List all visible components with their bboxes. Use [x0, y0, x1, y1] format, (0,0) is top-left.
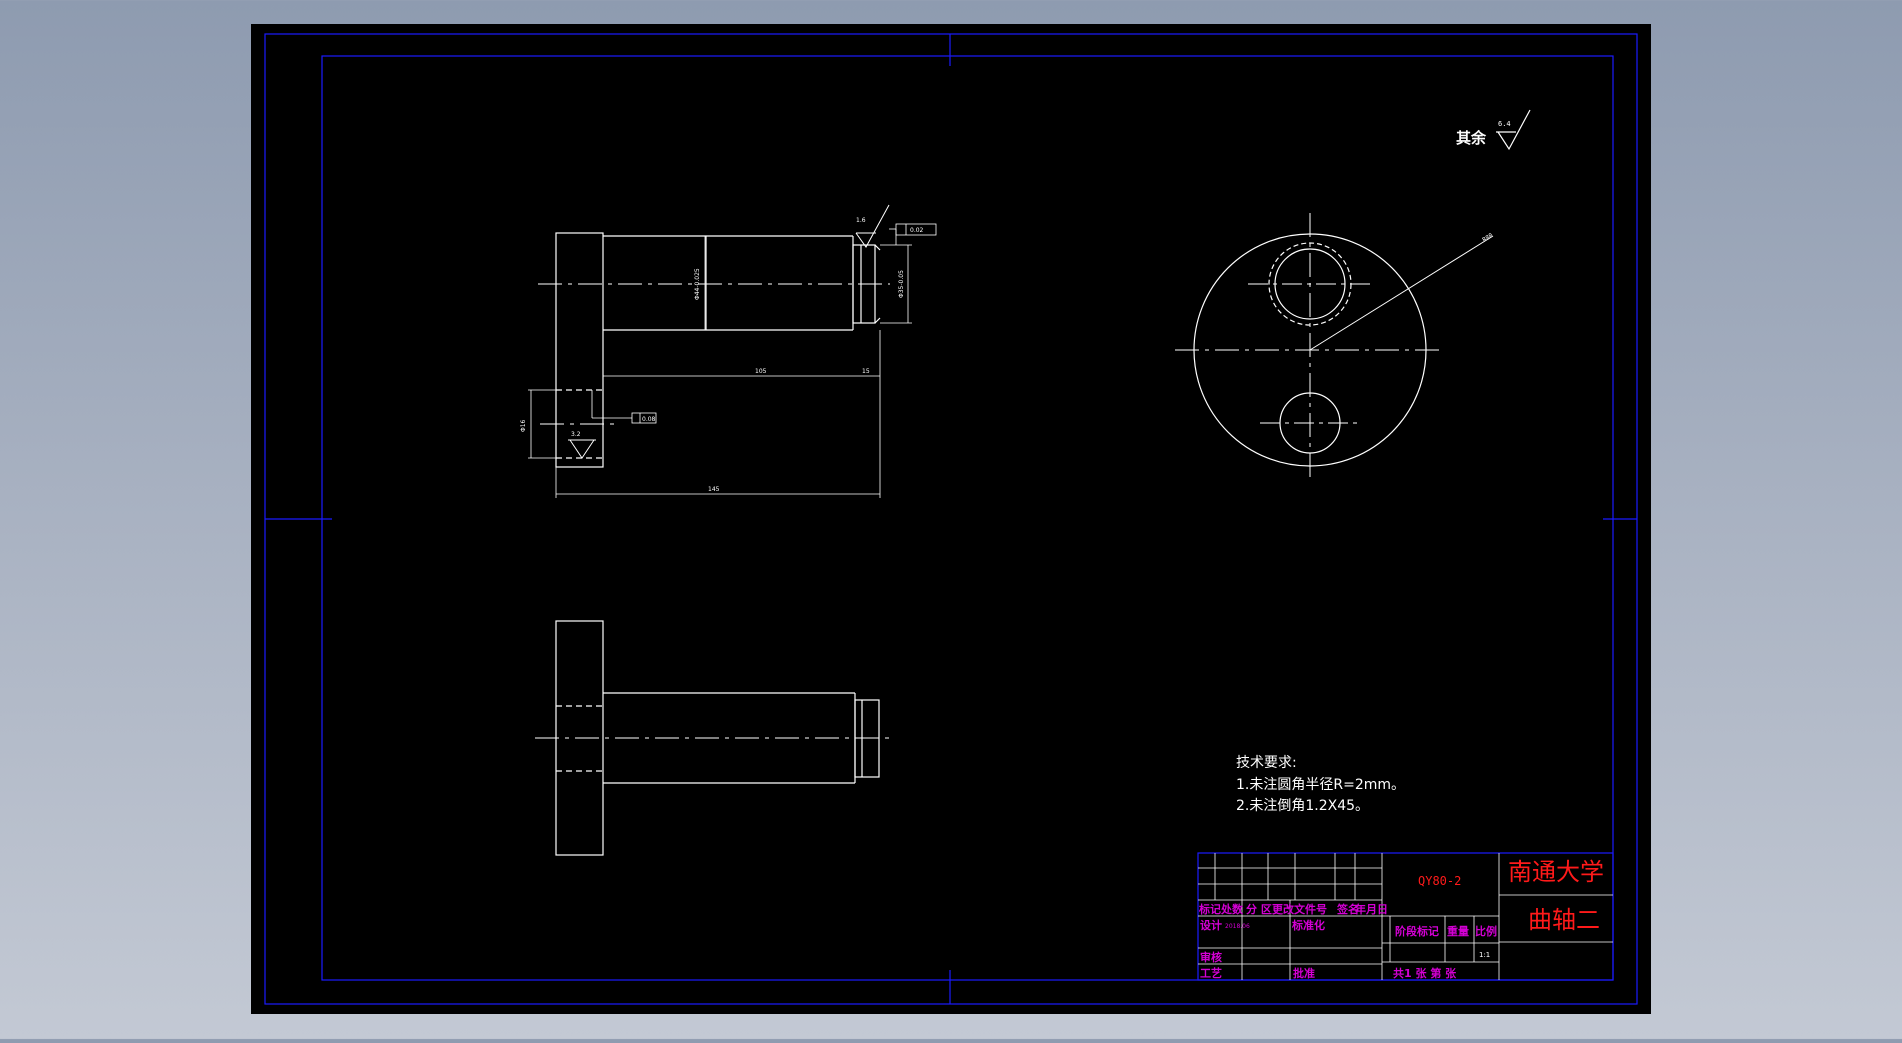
tolerance-top-value: 0.02	[910, 227, 924, 234]
stage-label: 阶段标记	[1395, 924, 1439, 938]
header-mark: 标记	[1198, 902, 1221, 916]
standard-label: 标准化	[1291, 918, 1325, 932]
sheet-background	[251, 24, 1651, 1014]
dim-end-length: 15	[862, 368, 870, 375]
drawing-canvas[interactable]: Φ44-0.025 Φ35-0.05 105 15 145 Φ16 1.6 3.…	[0, 0, 1902, 1039]
designer-sign: 2018.06	[1225, 923, 1250, 930]
tolerance-hole-value: 0.08	[642, 416, 656, 423]
university-name: 南通大学	[1508, 858, 1604, 886]
roughness-top-value: 1.6	[856, 217, 866, 224]
header-date: 年月日	[1355, 902, 1388, 916]
designer-label: 设计	[1200, 918, 1222, 932]
approve-label: 批准	[1293, 966, 1315, 980]
dim-shaft-length: 105	[755, 368, 767, 375]
part-name: 曲轴二	[1528, 906, 1600, 934]
process-label: 工艺	[1200, 966, 1222, 980]
dim-shaft-diameter: Φ44-0.025	[694, 268, 701, 300]
sheet-info: 共1 张 第 张	[1393, 966, 1457, 980]
tech-req-item-2: 2.未注倒角1.2X45。	[1236, 798, 1369, 814]
header-change-doc: 更改文件号	[1272, 902, 1327, 916]
roughness-note-value: 6.4	[1498, 120, 1511, 128]
review-label: 审核	[1200, 950, 1222, 964]
cad-viewport[interactable]: Φ44-0.025 Φ35-0.05 105 15 145 Φ16 1.6 3.…	[0, 0, 1902, 1039]
roughness-note-prefix: 其余	[1456, 129, 1487, 147]
tech-req-item-1: 1.未注圆角半径R=2mm。	[1236, 777, 1405, 793]
scale-label: 比例	[1475, 924, 1497, 938]
dim-total-length: 145	[708, 486, 720, 493]
drawing-number: QY80-2	[1418, 874, 1461, 888]
dim-hole-diameter: Φ16	[520, 419, 527, 432]
weight-label: 重量	[1447, 924, 1469, 938]
scale-value: 1:1	[1479, 951, 1490, 959]
dim-end-diameter: Φ35-0.05	[898, 270, 905, 298]
tech-req-heading: 技术要求:	[1236, 755, 1297, 771]
header-count: 处数	[1220, 902, 1244, 916]
header-zone: 分 区	[1246, 902, 1272, 916]
roughness-hole-value: 3.2	[571, 431, 581, 438]
